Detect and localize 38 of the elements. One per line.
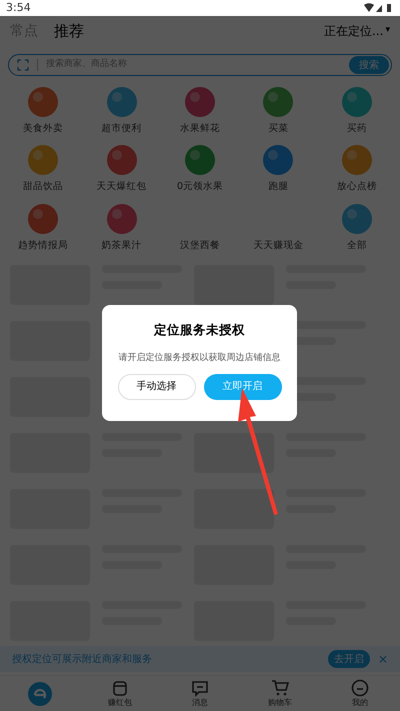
banner-text: 授权定位可展示附近商家和服务 bbox=[12, 652, 153, 666]
category-label[interactable]: 汉堡西餐 bbox=[180, 238, 220, 253]
category-label[interactable]: 买药 bbox=[346, 122, 367, 136]
category-label[interactable]: 全部 bbox=[346, 238, 367, 253]
category-label[interactable]: 奶茶果汁 bbox=[102, 238, 142, 253]
search-button[interactable]: 搜索 bbox=[349, 56, 389, 74]
enable-button[interactable]: 去开启 bbox=[328, 650, 370, 668]
close-button[interactable]: × bbox=[378, 650, 388, 668]
status-time: 3:54 bbox=[6, 0, 31, 16]
nav-label[interactable]: 消息 bbox=[192, 696, 208, 708]
dialog-button[interactable]: 手动选择 bbox=[118, 374, 196, 400]
category-label[interactable]: 天天赚现金 bbox=[253, 238, 304, 253]
category-label[interactable]: 天天爆红包 bbox=[96, 180, 147, 194]
category-label[interactable]: 放心点榜 bbox=[336, 180, 377, 194]
category-label[interactable]: 水果鲜花 bbox=[180, 122, 220, 136]
category-label[interactable]: 跑腿 bbox=[268, 180, 288, 194]
scan-icon[interactable] bbox=[17, 59, 29, 71]
header-tab[interactable]: 推荐 bbox=[54, 20, 84, 42]
profile-icon[interactable] bbox=[351, 678, 369, 696]
bag-icon[interactable] bbox=[111, 678, 129, 696]
nav-label[interactable]: 赚红包 bbox=[108, 696, 132, 708]
caret-icon: ▾ bbox=[385, 24, 390, 38]
category-label[interactable]: 0元领水果 bbox=[176, 180, 224, 194]
category-label[interactable]: 超市便利 bbox=[102, 122, 142, 136]
dialog-button[interactable]: 立即开启 bbox=[204, 374, 282, 400]
category-label[interactable]: 美食外卖 bbox=[23, 122, 64, 136]
dialog-title: 定位服务未授权 bbox=[154, 321, 245, 339]
category-label[interactable]: 买菜 bbox=[268, 122, 288, 136]
dialog-message: 请开启定位服务授权以获取周边店铺信息 bbox=[118, 352, 280, 364]
location-label[interactable]: 正在定位... bbox=[324, 22, 384, 40]
cart-icon[interactable] bbox=[271, 678, 289, 696]
chat-icon[interactable] bbox=[191, 678, 209, 696]
home-icon[interactable] bbox=[27, 680, 53, 706]
nav-label[interactable]: 购物车 bbox=[268, 696, 292, 708]
status-icons bbox=[364, 3, 394, 13]
nav-label[interactable]: 我的 bbox=[352, 696, 368, 708]
category-label[interactable]: 甜品饮品 bbox=[23, 180, 64, 194]
category-label[interactable]: 趋势情报局 bbox=[18, 238, 68, 253]
